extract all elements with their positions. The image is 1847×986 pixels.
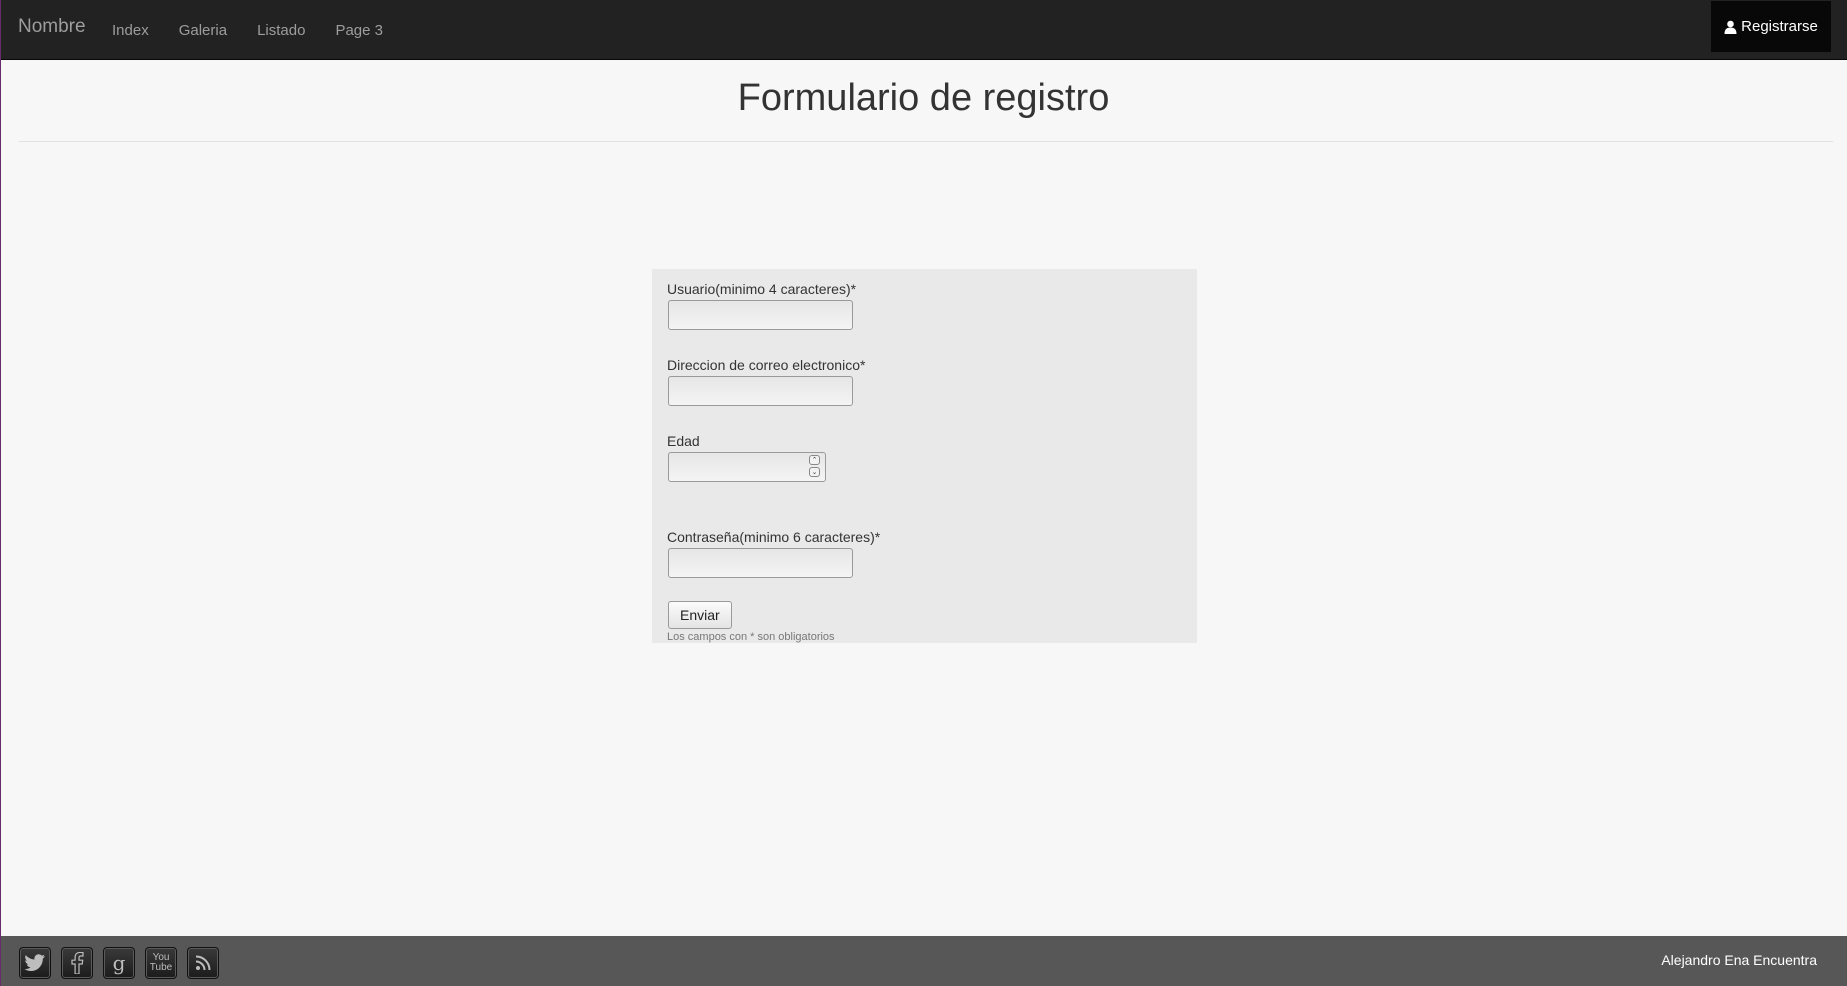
nav-link-galeria[interactable]: Galeria: [179, 22, 227, 39]
youtube-icon[interactable]: You Tube: [145, 947, 177, 979]
password-label: Contraseña(minimo 6 caracteres)*: [667, 529, 881, 545]
social-links: g You Tube: [19, 947, 229, 979]
brand-link[interactable]: Nombre: [18, 16, 86, 38]
nav-link-listado[interactable]: Listado: [257, 22, 305, 39]
register-button[interactable]: Registrarse: [1711, 1, 1831, 52]
age-label: Edad: [667, 433, 700, 449]
nav-link-index[interactable]: Index: [112, 22, 149, 39]
google-icon[interactable]: g: [103, 947, 135, 979]
youtube-text-bottom: Tube: [149, 962, 173, 973]
spin-down-icon[interactable]: ⌄: [809, 467, 820, 477]
password-input[interactable]: [668, 548, 853, 578]
facebook-icon[interactable]: [61, 947, 93, 979]
register-label: Registrarse: [1741, 18, 1818, 35]
username-input[interactable]: [668, 300, 853, 330]
footer: g You Tube Alejandro Ena Encuentra: [1, 936, 1847, 986]
required-fields-note: Los campos con * son obligatorios: [667, 631, 835, 643]
google-glyph: g: [112, 951, 126, 975]
twitter-icon[interactable]: [19, 947, 51, 979]
registration-form: Usuario(minimo 4 caracteres)* Direccion …: [652, 269, 1197, 643]
submit-button[interactable]: Enviar: [668, 601, 732, 629]
email-label: Direccion de correo electronico*: [667, 357, 866, 373]
page: Nombre Index Galeria Listado Page 3 Regi…: [0, 0, 1847, 986]
age-stepper: ⌃ ⌄: [668, 452, 826, 482]
footer-credit: Alejandro Ena Encuentra: [1661, 952, 1817, 968]
user-icon: [1724, 20, 1737, 34]
username-label: Usuario(minimo 4 caracteres)*: [667, 281, 857, 297]
spin-up-icon[interactable]: ⌃: [809, 455, 820, 465]
title-divider: [19, 141, 1833, 142]
email-input[interactable]: [668, 376, 853, 406]
navbar: Nombre Index Galeria Listado Page 3 Regi…: [1, 0, 1847, 60]
age-input[interactable]: [668, 452, 826, 482]
window-edge: [0, 0, 1, 986]
rss-icon[interactable]: [187, 947, 219, 979]
nav-link-page-3[interactable]: Page 3: [335, 22, 383, 39]
nav-links: Index Galeria Listado Page 3: [101, 0, 413, 60]
page-title: Formulario de registro: [737, 77, 1110, 119]
